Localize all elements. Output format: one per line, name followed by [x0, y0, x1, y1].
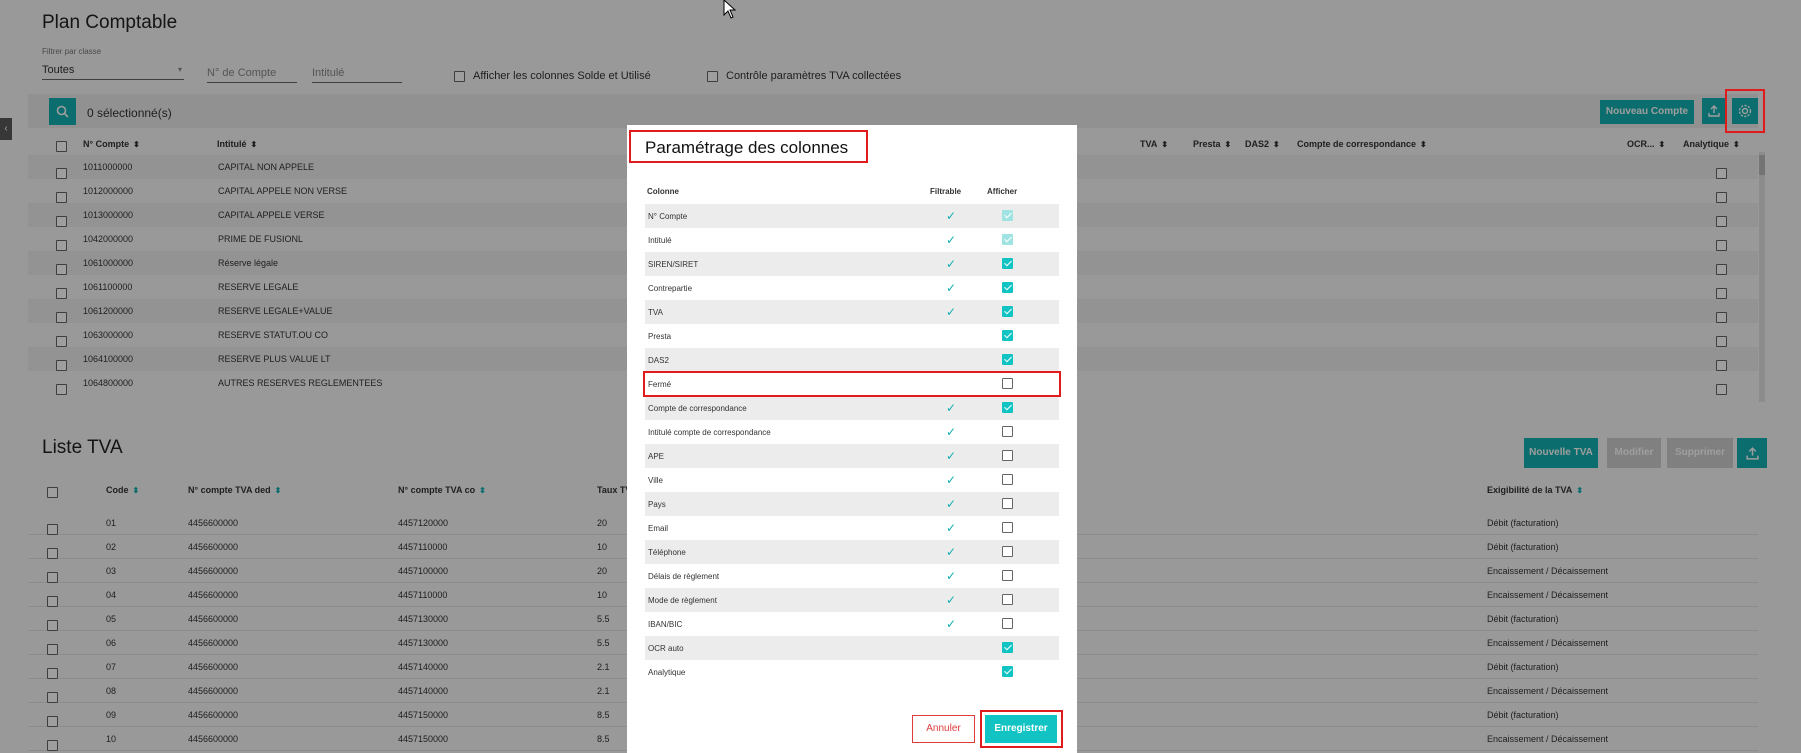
- column-name: Email: [648, 524, 669, 533]
- column-name: Presta: [648, 332, 672, 341]
- column-name: N° Compte: [648, 212, 688, 221]
- column-setting-row: N° Compte ✓: [645, 204, 1059, 228]
- column-name: OCR auto: [648, 644, 684, 653]
- column-name: IBAN/BIC: [648, 620, 683, 629]
- show-column-checkbox[interactable]: [1002, 450, 1013, 461]
- column-setting-row: Intitulé ✓: [645, 228, 1059, 252]
- show-column-checkbox[interactable]: [1002, 498, 1013, 509]
- column-name: Délais de règlement: [648, 572, 720, 581]
- check-mark-icon: ✓: [946, 593, 957, 607]
- check-mark-icon: ✓: [946, 449, 957, 463]
- column-name: Téléphone: [648, 548, 686, 557]
- column-name: Intitulé: [648, 236, 672, 245]
- check-mark-icon: ✓: [946, 545, 957, 559]
- column-setting-row: OCR auto: [645, 636, 1059, 660]
- check-mark-icon: ✓: [946, 281, 957, 295]
- column-name: Ville: [648, 476, 663, 485]
- column-setting-row: Délais de règlement ✓: [645, 564, 1059, 588]
- show-column-checkbox[interactable]: [1002, 594, 1013, 605]
- check-mark-icon: ✓: [946, 233, 957, 247]
- column-name: Contrepartie: [648, 284, 693, 293]
- cancel-button[interactable]: Annuler: [912, 715, 975, 743]
- show-column-checkbox[interactable]: [1002, 474, 1013, 485]
- show-column-checkbox[interactable]: [1002, 306, 1013, 317]
- column-name: Compte de correspondance: [648, 404, 747, 413]
- show-column-checkbox[interactable]: [1002, 546, 1013, 557]
- header-filtrable: Filtrable: [930, 187, 962, 196]
- column-setting-row: TVA ✓: [645, 300, 1059, 324]
- check-mark-icon: ✓: [946, 569, 957, 583]
- column-setting-row: DAS2: [645, 348, 1059, 372]
- check-mark-icon: ✓: [946, 401, 957, 415]
- show-column-checkbox[interactable]: [1002, 618, 1013, 629]
- column-name: Intitulé compte de correspondance: [648, 428, 771, 437]
- column-settings-dialog: Paramétrage des colonnes Colonne Filtrab…: [627, 125, 1077, 753]
- column-name: DAS2: [648, 356, 669, 365]
- column-setting-row: Email ✓: [645, 516, 1059, 540]
- column-setting-row: SIREN/SIRET ✓: [645, 252, 1059, 276]
- header-colonne: Colonne: [647, 187, 679, 196]
- mouse-cursor-icon: [723, 0, 737, 19]
- check-mark-icon: ✓: [946, 257, 957, 271]
- show-column-checkbox: [1002, 234, 1013, 245]
- show-column-checkbox: [1002, 210, 1013, 221]
- column-name: Mode de règlement: [648, 596, 717, 605]
- column-name: Pays: [648, 500, 666, 509]
- column-name: TVA: [648, 308, 663, 317]
- check-mark-icon: ✓: [946, 209, 957, 223]
- check-mark-icon: ✓: [946, 497, 957, 511]
- show-column-checkbox[interactable]: [1002, 426, 1013, 437]
- show-column-checkbox[interactable]: [1002, 258, 1013, 269]
- column-setting-row: Analytique: [645, 660, 1059, 684]
- save-highlight: [980, 710, 1063, 748]
- check-mark-icon: ✓: [946, 617, 957, 631]
- show-column-checkbox[interactable]: [1002, 330, 1013, 341]
- header-afficher: Afficher: [987, 187, 1018, 196]
- check-mark-icon: ✓: [946, 305, 957, 319]
- title-highlight: [629, 130, 868, 163]
- column-setting-row: Intitulé compte de correspondance ✓: [645, 420, 1059, 444]
- column-setting-row: APE ✓: [645, 444, 1059, 468]
- column-setting-row: Ville ✓: [645, 468, 1059, 492]
- column-setting-row: Compte de correspondance ✓: [645, 396, 1059, 420]
- show-column-checkbox[interactable]: [1002, 354, 1013, 365]
- show-column-checkbox[interactable]: [1002, 666, 1013, 677]
- show-column-checkbox[interactable]: [1002, 522, 1013, 533]
- column-setting-row: Téléphone ✓: [645, 540, 1059, 564]
- column-setting-row: Mode de règlement ✓: [645, 588, 1059, 612]
- column-setting-row: Pays ✓: [645, 492, 1059, 516]
- show-column-checkbox[interactable]: [1002, 282, 1013, 293]
- show-column-checkbox[interactable]: [1002, 402, 1013, 413]
- column-name: Analytique: [648, 668, 686, 677]
- ferme-highlight: [643, 371, 1061, 397]
- show-column-checkbox[interactable]: [1002, 642, 1013, 653]
- show-column-checkbox[interactable]: [1002, 570, 1013, 581]
- settings-highlight: [1725, 89, 1765, 133]
- check-mark-icon: ✓: [946, 521, 957, 535]
- check-mark-icon: ✓: [946, 473, 957, 487]
- column-name: APE: [648, 452, 665, 461]
- column-setting-row: Presta: [645, 324, 1059, 348]
- column-name: SIREN/SIRET: [648, 260, 699, 269]
- column-setting-row: Contrepartie ✓: [645, 276, 1059, 300]
- column-setting-row: IBAN/BIC ✓: [645, 612, 1059, 636]
- check-mark-icon: ✓: [946, 425, 957, 439]
